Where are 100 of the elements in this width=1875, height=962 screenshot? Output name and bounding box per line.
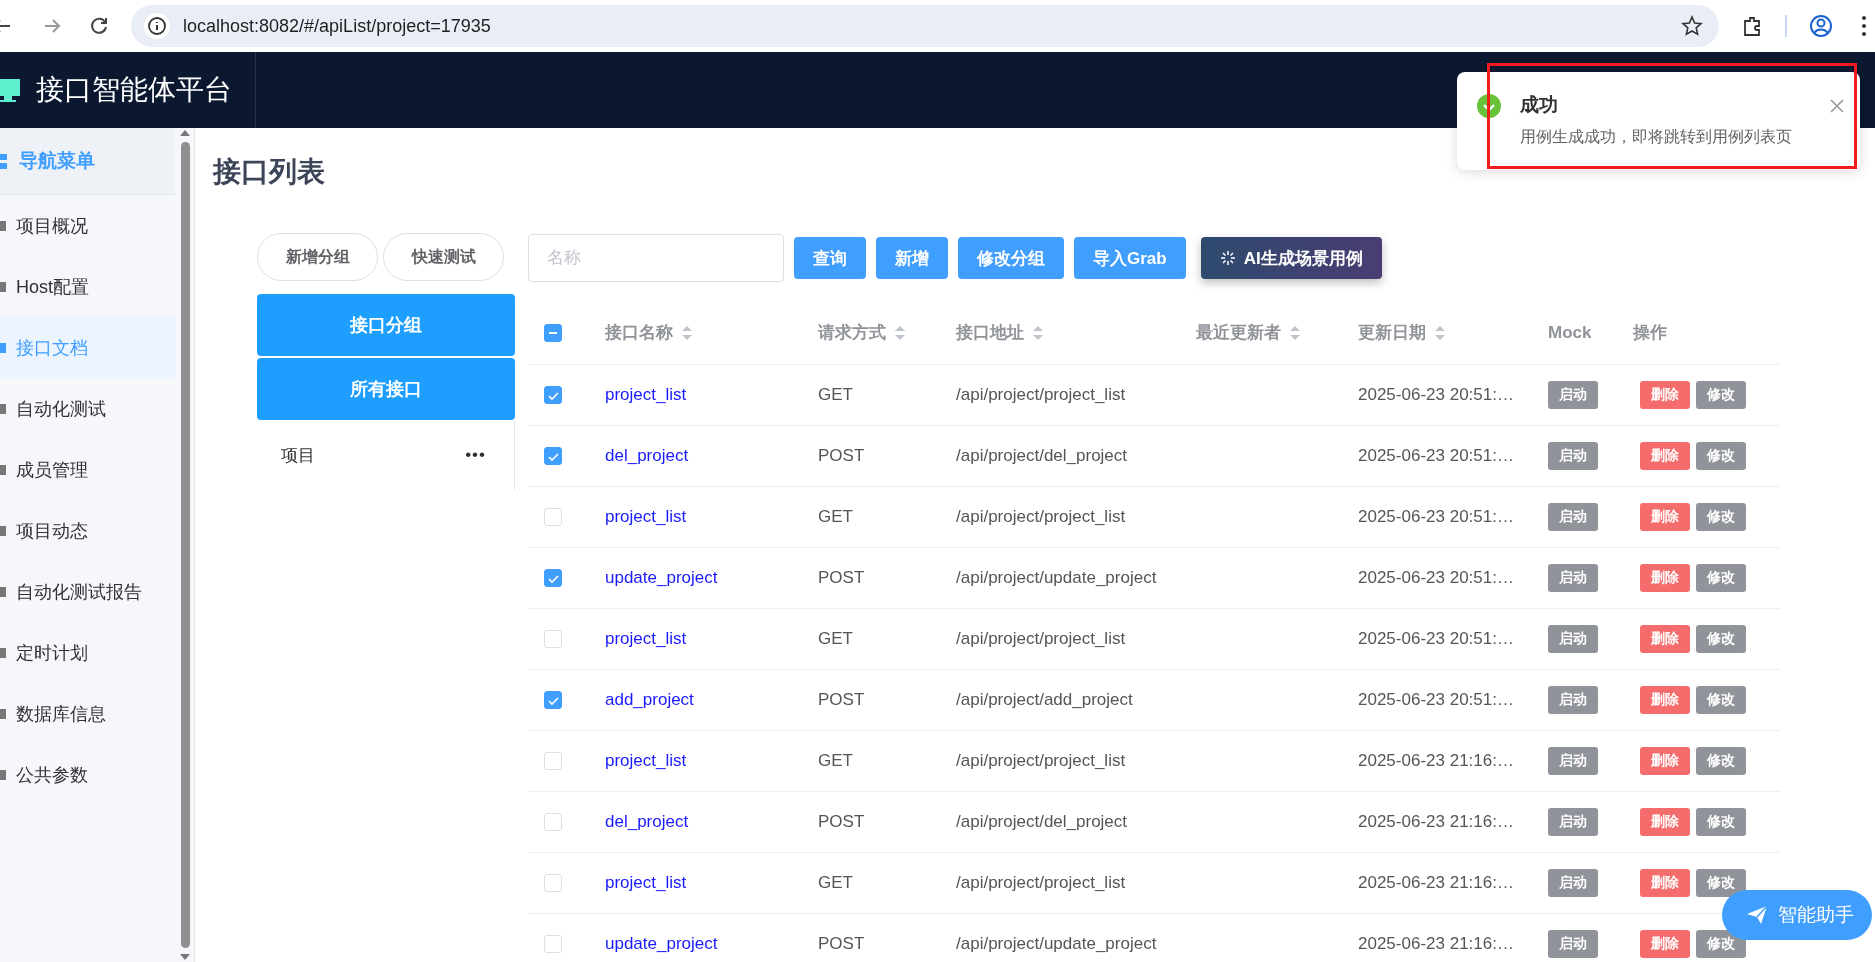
edit-button[interactable]: 修改: [1696, 625, 1746, 653]
mock-button[interactable]: 启动: [1548, 747, 1598, 775]
table-cell: 2025-06-23 20:51:…: [1358, 446, 1514, 465]
mock-button[interactable]: 启动: [1548, 869, 1598, 897]
mock-button[interactable]: 启动: [1548, 930, 1598, 958]
sidebar-item[interactable]: Host配置: [0, 256, 175, 317]
row-checkbox[interactable]: [544, 691, 562, 709]
address-bar[interactable]: localhost:8082/#/apiList/project=17935: [131, 5, 1719, 47]
sparkle-icon: [1219, 250, 1236, 266]
extension-icon[interactable]: [1741, 15, 1763, 37]
monitor-icon: [0, 77, 22, 103]
delete-button[interactable]: 删除: [1640, 503, 1690, 531]
group-tab[interactable]: 所有接口: [257, 358, 515, 420]
api-name-link[interactable]: project_list: [605, 385, 687, 404]
table-cell: /api/project/project_list: [956, 629, 1126, 648]
column-header[interactable]: 接口地址: [956, 321, 1024, 344]
edit-button[interactable]: 修改: [1696, 503, 1746, 531]
sidebar-item[interactable]: 项目动态: [0, 500, 175, 561]
edit-button[interactable]: 修改: [1696, 869, 1746, 897]
table-cell: POST: [818, 812, 865, 831]
search-field[interactable]: 名称: [528, 234, 784, 282]
edit-button[interactable]: 修改: [1696, 442, 1746, 470]
delete-button[interactable]: 删除: [1640, 930, 1690, 958]
api-name-link[interactable]: add_project: [605, 690, 694, 709]
sidebar-item[interactable]: 成员管理: [0, 439, 175, 500]
table-cell: 2025-06-23 21:16:…: [1358, 812, 1514, 831]
api-name-link[interactable]: project_list: [605, 507, 687, 526]
table-cell: 2025-06-23 20:51:…: [1358, 385, 1514, 404]
select-all-checkbox[interactable]: [544, 323, 562, 342]
profile-icon[interactable]: [1809, 14, 1833, 38]
toolbar-button[interactable]: 修改分组: [958, 237, 1064, 279]
mock-button[interactable]: 启动: [1548, 564, 1598, 592]
edit-button[interactable]: 修改: [1696, 747, 1746, 775]
check-icon: [547, 694, 559, 706]
table-cell: GET: [818, 385, 853, 404]
toolbar-button[interactable]: 查询: [794, 237, 866, 279]
api-name-link[interactable]: project_list: [605, 873, 687, 892]
delete-button[interactable]: 删除: [1640, 686, 1690, 714]
url-text: localhost:8082/#/apiList/project=17935: [183, 15, 492, 37]
row-checkbox[interactable]: [544, 447, 562, 465]
star-icon: [1681, 15, 1703, 37]
edit-button[interactable]: 修改: [1696, 808, 1746, 836]
scrollbar[interactable]: [178, 128, 192, 962]
toolbar-button[interactable]: 导入Grab: [1074, 237, 1186, 279]
sidebar-item[interactable]: 自动化测试: [0, 378, 175, 439]
toolbar-button[interactable]: 新增: [876, 237, 948, 279]
pill-button[interactable]: 快速测试: [383, 233, 504, 281]
api-name-link[interactable]: project_list: [605, 751, 687, 770]
table-cell: GET: [818, 873, 853, 892]
table-cell: 2025-06-23 21:16:…: [1358, 873, 1514, 892]
api-name-link[interactable]: del_project: [605, 446, 689, 465]
mock-button[interactable]: 启动: [1548, 503, 1598, 531]
sidebar-item[interactable]: 接口文档: [0, 317, 175, 378]
sidebar-item[interactable]: 公共参数: [0, 744, 175, 805]
pill-button[interactable]: 新增分组: [257, 233, 378, 281]
mock-button[interactable]: 启动: [1548, 442, 1598, 470]
column-header[interactable]: 最近更新者: [1196, 321, 1281, 344]
notification-title: 成功: [1520, 93, 1558, 117]
api-name-link[interactable]: del_project: [605, 812, 689, 831]
delete-button[interactable]: 删除: [1640, 564, 1690, 592]
reload-icon[interactable]: [89, 16, 109, 36]
group-tab[interactable]: 接口分组: [257, 294, 515, 356]
edit-button[interactable]: 修改: [1696, 686, 1746, 714]
page-title: 接口列表: [213, 155, 325, 189]
edit-button[interactable]: 修改: [1696, 930, 1746, 958]
column-header[interactable]: 更新日期: [1358, 321, 1426, 344]
table-cell: /api/project/project_list: [956, 751, 1126, 770]
group-name[interactable]: 项目: [281, 443, 315, 467]
table-cell: 2025-06-23 20:51:…: [1358, 690, 1514, 709]
delete-button[interactable]: 删除: [1640, 442, 1690, 470]
mock-button[interactable]: 启动: [1548, 625, 1598, 653]
sidebar-item[interactable]: 项目概况: [0, 195, 175, 256]
api-name-link[interactable]: update_project: [605, 934, 718, 953]
delete-button[interactable]: 删除: [1640, 747, 1690, 775]
row-checkbox[interactable]: [544, 569, 562, 587]
nav-heading: 导航菜单: [19, 149, 95, 173]
sidebar-item[interactable]: 自动化测试报告: [0, 561, 175, 622]
sidebar-item[interactable]: 数据库信息: [0, 683, 175, 744]
column-header[interactable]: 接口名称: [605, 321, 673, 344]
delete-button[interactable]: 删除: [1640, 381, 1690, 409]
api-name-link[interactable]: update_project: [605, 568, 718, 587]
column-header[interactable]: 请求方式: [818, 321, 886, 344]
edit-button[interactable]: 修改: [1696, 381, 1746, 409]
delete-button[interactable]: 删除: [1640, 625, 1690, 653]
mock-button[interactable]: 启动: [1548, 808, 1598, 836]
edit-button[interactable]: 修改: [1696, 564, 1746, 592]
minus-icon: [549, 331, 557, 334]
table-cell: /api/project/add_project: [956, 690, 1133, 709]
mock-button[interactable]: 启动: [1548, 381, 1598, 409]
delete-button[interactable]: 删除: [1640, 869, 1690, 897]
delete-button[interactable]: 删除: [1640, 808, 1690, 836]
menu-icon[interactable]: [1861, 15, 1867, 37]
mock-button[interactable]: 启动: [1548, 686, 1598, 714]
row-checkbox[interactable]: [544, 386, 562, 404]
more-button[interactable]: •••: [465, 445, 486, 465]
ai-button[interactable]: AI生成场景用例: [1200, 237, 1382, 279]
close-icon[interactable]: [1830, 99, 1844, 113]
sidebar-item[interactable]: 定时计划: [0, 622, 175, 683]
info-icon: [143, 12, 171, 40]
api-name-link[interactable]: project_list: [605, 629, 687, 648]
